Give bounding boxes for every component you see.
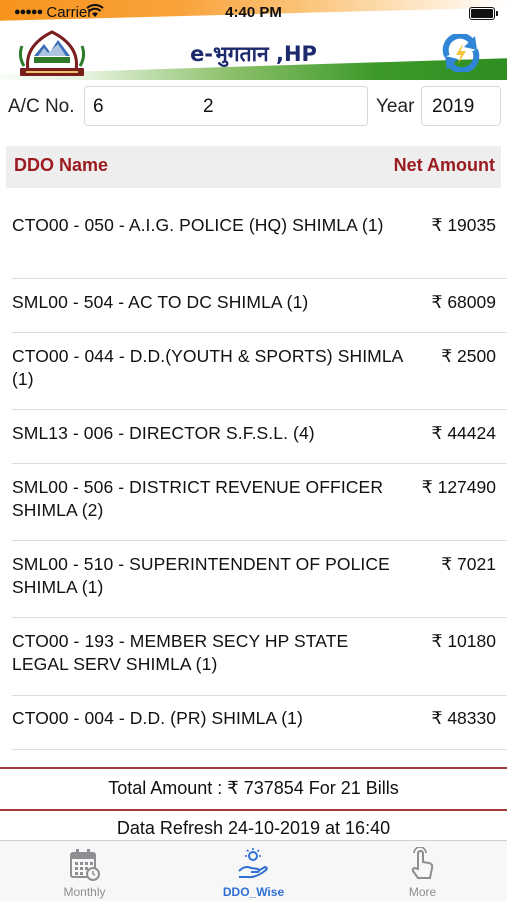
status-time: 4:40 PM [225,4,282,21]
account-number-part2: 2 [203,96,214,117]
table-row[interactable]: SML00 - 504 - AC TO DC SHIMLA (1) ₹ 6800… [0,278,507,333]
net-amount: ₹ 10180 [431,631,496,651]
table-row[interactable]: SML00 - 506 - DISTRICT REVENUE OFFICER S… [0,463,507,541]
calendar-icon [70,849,100,881]
hand-money-icon [238,848,268,879]
net-amount: ₹ 68009 [431,292,496,312]
net-amount: ₹ 7021 [441,554,496,574]
row-divider [12,749,507,750]
net-amount: ₹ 44424 [431,423,496,443]
tap-finger-icon [411,847,434,879]
year-label: Year [376,96,415,117]
table-row[interactable]: CTO00 - 004 - D.D. (PR) SHIMLA (1) ₹ 483… [0,695,507,750]
battery-icon [469,7,498,20]
tab-bar: Monthly DDO_Wise More [0,840,507,901]
tab-label-monthly: Monthly [63,885,106,899]
tab-label-more: More [408,885,437,899]
total-amount-bar: Total Amount : ₹ 737854 For 21 Bills [0,767,507,811]
tab-more[interactable]: More [338,841,507,901]
total-amount-text: Total Amount : ₹ 737854 For 21 Bills [108,778,399,798]
account-number-label: A/C No. [8,96,75,117]
table-row[interactable]: CTO00 - 193 - MEMBER SECY HP STATE LEGAL… [0,617,507,696]
table-row[interactable]: CTO00 - 050 - A.I.G. POLICE (HQ) SHIMLA … [0,200,507,279]
table-row[interactable]: SML00 - 510 - SUPERINTENDENT OF POLICE S… [0,540,507,618]
status-bar: ●●●●● Carrier 4:40 PM [0,4,507,22]
year-value: 2019 [432,96,475,117]
table-row[interactable]: CTO00 - 044 - D.D.(YOUTH & SPORTS) SHIML… [0,332,507,410]
ddo-name: SML00 - 504 - AC TO DC SHIMLA (1) [12,292,309,312]
column-header-ddo-name: DDO Name [14,155,109,175]
account-number-part1: 6 [93,96,104,117]
tab-ddo-wise[interactable]: DDO_Wise [169,841,338,901]
account-number-field[interactable]: 6 2 [84,86,368,126]
net-amount: ₹ 2500 [441,346,496,366]
tab-label-ddo-wise: DDO_Wise [222,885,285,899]
table-row[interactable]: SML13 - 006 - DIRECTOR S.F.S.L. (4) ₹ 44… [0,409,507,464]
table-header: DDO Name Net Amount [6,146,501,188]
data-refresh-text: Data Refresh 24-10-2019 at 16:40 [116,818,391,838]
ddo-name: CTO00 - 004 - D.D. (PR) SHIMLA (1) [12,708,303,728]
ddo-name: SML13 - 006 - DIRECTOR S.F.S.L. (4) [12,423,315,443]
app-header: ●●●●● Carrier 4:40 PM e-भुगतान ,HP [0,0,507,80]
tab-monthly[interactable]: Monthly [0,841,169,901]
net-amount: ₹ 19035 [431,215,496,235]
ddo-name: CTO00 - 044 - D.D.(YOUTH & SPORTS) SHIML… [12,346,403,389]
ddo-name: CTO00 - 050 - A.I.G. POLICE (HQ) SHIMLA … [12,215,384,235]
refresh-icon[interactable] [439,34,483,72]
column-header-net-amount: Net Amount [393,155,495,175]
ddo-name: CTO00 - 193 - MEMBER SECY HP STATE LEGAL… [12,631,349,674]
ddo-name: SML00 - 510 - SUPERINTENDENT OF POLICE S… [12,554,390,597]
net-amount: ₹ 48330 [431,708,496,728]
app-title: e-भुगतान ,HP [190,42,317,66]
ddo-name: SML00 - 506 - DISTRICT REVENUE OFFICER S… [12,477,384,520]
year-field[interactable]: 2019 [421,86,501,126]
account-row: A/C No. 6 2 Year 2019 [0,84,507,128]
net-amount: ₹ 127490 [421,477,496,497]
